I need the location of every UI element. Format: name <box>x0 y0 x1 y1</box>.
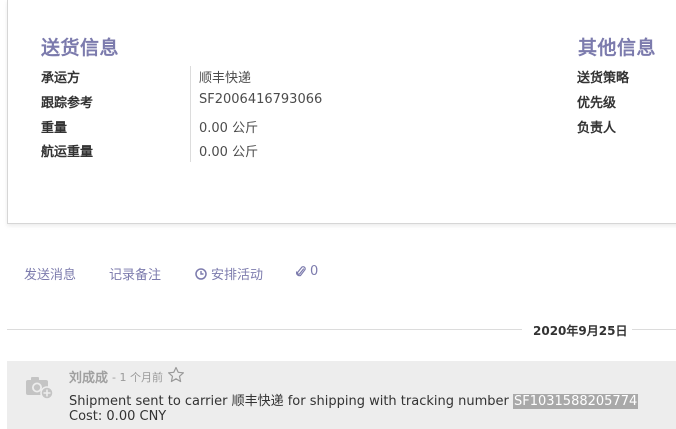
date-separator: 2020年9月25日 <box>533 324 628 338</box>
schedule-activity-label: 安排活动 <box>211 268 264 283</box>
send-message-label: 发送消息 <box>24 268 77 283</box>
weight-label: 重量 <box>41 121 68 136</box>
tracking-ref-value[interactable]: SF2006416793066 <box>199 92 322 107</box>
message-cost: Cost: 0.00 CNY <box>69 409 167 424</box>
tracking-number-highlight: SF1031588205774 <box>512 394 639 409</box>
carrier-value[interactable]: 顺丰快递 <box>199 67 251 86</box>
attachments-button[interactable]: 0 <box>296 264 318 279</box>
star-icon[interactable] <box>167 366 185 384</box>
form-view: 送货信息 其他信息 承运方 跟踪参考 重量 航运重量 顺丰快递 SF200641… <box>0 0 676 429</box>
schedule-activity-button[interactable]: 安排活动 <box>195 264 263 283</box>
tracking-ref-label: 跟踪参考 <box>41 96 94 111</box>
priority-label: 优先级 <box>577 96 617 111</box>
message-body-text: Shipment sent to carrier 顺丰快递 for shippi… <box>69 394 513 409</box>
paperclip-icon <box>296 265 306 278</box>
shipping-weight-value[interactable]: 0.00 公斤 <box>199 141 258 160</box>
send-message-button[interactable]: 发送消息 <box>24 264 76 283</box>
message-body: Shipment sent to carrier 顺丰快递 for shippi… <box>69 390 639 409</box>
log-note-label: 记录备注 <box>109 268 162 283</box>
date-separator-line-left <box>7 329 522 330</box>
shipping-weight-label: 航运重量 <box>41 145 94 160</box>
message-author[interactable]: 刘成成 <box>69 367 108 386</box>
attachments-count: 0 <box>310 264 319 279</box>
camera-avatar-icon[interactable] <box>25 372 55 402</box>
date-separator-line-right <box>632 329 676 330</box>
other-info-title: 其他信息 <box>578 37 657 59</box>
message-date: - 1 个月前 <box>112 371 163 384</box>
form-sheet: 送货信息 其他信息 承运方 跟踪参考 重量 航运重量 顺丰快递 SF200641… <box>7 0 676 224</box>
weight-value[interactable]: 0.00 公斤 <box>199 117 258 136</box>
log-note-button[interactable]: 记录备注 <box>109 264 161 283</box>
responsible-label: 负责人 <box>577 121 617 136</box>
carrier-label: 承运方 <box>41 71 81 86</box>
chatter-message: 刘成成 - 1 个月前 Shipment sent to carrier 顺丰快… <box>7 361 676 429</box>
delivery-info-title: 送货信息 <box>41 37 120 59</box>
delivery-policy-label: 送货策略 <box>577 71 630 86</box>
clock-icon <box>195 267 207 280</box>
field-separator <box>190 66 191 162</box>
